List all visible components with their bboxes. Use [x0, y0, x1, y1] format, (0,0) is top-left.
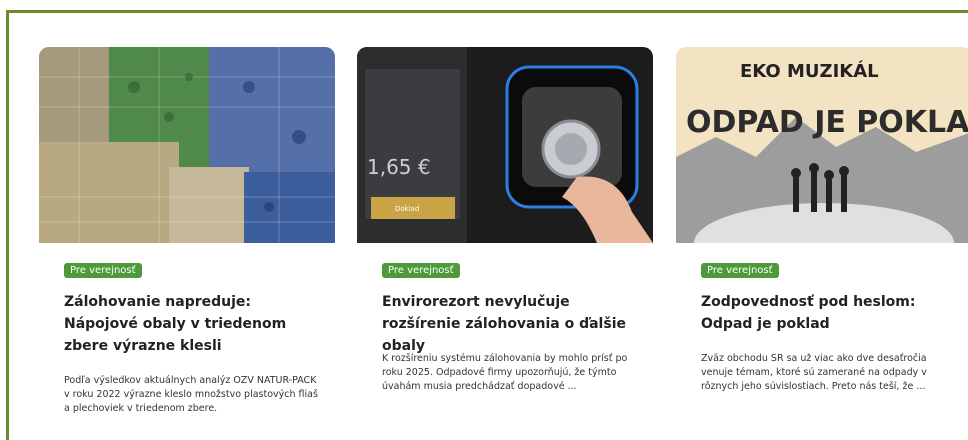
news-card-2[interactable]: 1,65 € Doklad Pre verejnosť Envirorezort…	[357, 47, 653, 437]
category-badge[interactable]: Pre verejnosť	[701, 263, 779, 278]
card-excerpt: Zväz obchodu SR sa už viac ako dve desať…	[701, 353, 927, 392]
image-heading-odpad-je-poklad: ODPAD JE POKLAD	[686, 105, 968, 140]
machine-price-text: 1,65 €	[367, 155, 431, 179]
news-card-1[interactable]: Pre verejnosť Zálohovanie napreduje: Náp…	[39, 47, 335, 437]
category-badge[interactable]: Pre verejnosť	[64, 263, 142, 278]
machine-receipt-button: Doklad	[395, 205, 420, 213]
card-image-recycled-bales[interactable]	[39, 47, 335, 243]
card-excerpt: Podľa výsledkov aktuálnych analýz OZV NA…	[64, 375, 318, 414]
category-badge[interactable]: Pre verejnosť	[382, 263, 460, 278]
card-image-eco-musical[interactable]: EKO MUZIKÁL ODPAD JE POKLAD	[676, 47, 968, 243]
card-title[interactable]: Zálohovanie napreduje: Nápojové obaly v …	[64, 291, 324, 357]
card-excerpt: K rozšíreniu systému zálohovania by mohl…	[382, 353, 628, 392]
news-card-3[interactable]: EKO MUZIKÁL ODPAD JE POKLAD Pre verejnos…	[676, 47, 968, 437]
image-heading-eko-muzikal: EKO MUZIKÁL	[740, 61, 879, 82]
card-title[interactable]: Envirorezort nevylučuje rozšírenie záloh…	[382, 291, 642, 357]
card-image-deposit-machine[interactable]: 1,65 € Doklad	[357, 47, 653, 243]
card-title[interactable]: Zodpovednosť pod heslom: Odpad je poklad	[701, 291, 961, 335]
